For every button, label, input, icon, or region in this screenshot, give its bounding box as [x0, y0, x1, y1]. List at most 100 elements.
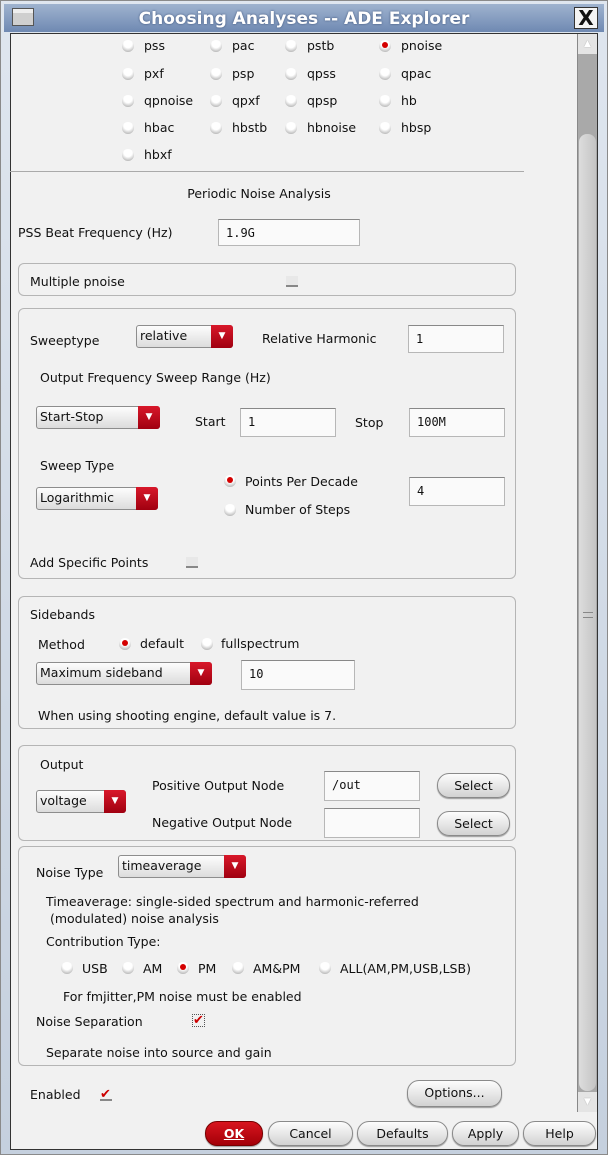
- noise-separation-label: Noise Separation: [36, 1014, 143, 1029]
- analysis-label-qpxf: qpxf: [232, 93, 260, 108]
- select-negative-button[interactable]: Select: [437, 811, 510, 836]
- analysis-label-pss: pss: [144, 38, 165, 53]
- start-label: Start: [195, 414, 226, 429]
- add-specific-points-label: Add Specific Points: [30, 555, 149, 570]
- analysis-label-pstb: pstb: [307, 38, 335, 53]
- select-positive-button[interactable]: Select: [437, 773, 510, 798]
- analysis-label-psp: psp: [232, 66, 255, 81]
- analysis-radio-hb[interactable]: [379, 95, 391, 107]
- output-type-dropdown[interactable]: voltage ▼: [36, 790, 126, 813]
- number-of-steps-radio[interactable]: [224, 504, 236, 516]
- ok-button[interactable]: OK: [205, 1121, 263, 1146]
- contribution-radio-am-pm[interactable]: [232, 962, 244, 974]
- analysis-radio-qpss[interactable]: [285, 68, 297, 80]
- scrollbar-thumb[interactable]: [579, 134, 596, 1091]
- apply-button[interactable]: Apply: [452, 1121, 519, 1146]
- noise-description-line1: Timeaverage: single-sided spectrum and h…: [46, 894, 419, 909]
- multiple-pnoise-label: Multiple pnoise: [30, 274, 125, 289]
- analysis-label-hbstb: hbstb: [232, 120, 268, 135]
- analysis-label-hbxf: hbxf: [144, 147, 172, 162]
- noise-description-line2: (modulated) noise analysis: [46, 911, 219, 926]
- grip-icon: [583, 612, 593, 618]
- analysis-radio-pac[interactable]: [210, 40, 222, 52]
- cancel-button[interactable]: Cancel: [268, 1121, 353, 1146]
- sideband-mode-dropdown[interactable]: Maximum sideband ▼: [36, 662, 212, 685]
- analysis-radio-pss[interactable]: [122, 40, 134, 52]
- chevron-down-icon: ▼: [190, 662, 212, 685]
- help-button[interactable]: Help: [523, 1121, 596, 1146]
- scroll-down-icon[interactable]: ▼: [578, 1092, 597, 1112]
- analysis-radio-qpxf[interactable]: [210, 95, 222, 107]
- add-specific-points-checkbox[interactable]: [186, 557, 198, 568]
- defaults-button[interactable]: Defaults: [357, 1121, 448, 1146]
- contribution-radio-usb[interactable]: [61, 962, 73, 974]
- enabled-label: Enabled: [30, 1087, 81, 1102]
- options-button[interactable]: Options...: [407, 1080, 502, 1107]
- sideband-count-input[interactable]: 10: [241, 660, 355, 690]
- analysis-radio-qpsp[interactable]: [285, 95, 297, 107]
- sweeptype-dropdown[interactable]: relative ▼: [136, 325, 233, 348]
- contribution-label: PM: [198, 961, 217, 976]
- stop-input[interactable]: 100M: [409, 408, 505, 437]
- relative-harmonic-label: Relative Harmonic: [262, 331, 377, 346]
- positive-node-input[interactable]: /out: [324, 771, 420, 801]
- contribution-radio-all-am-pm-usb-lsb-[interactable]: [319, 962, 331, 974]
- analysis-radio-hbnoise[interactable]: [285, 122, 297, 134]
- analysis-label-qpnoise: qpnoise: [144, 93, 194, 108]
- start-input[interactable]: 1: [240, 408, 336, 437]
- stop-label: Stop: [355, 415, 384, 430]
- contribution-radio-am[interactable]: [122, 962, 134, 974]
- analysis-radio-pstb[interactable]: [285, 40, 297, 52]
- vertical-scrollbar[interactable]: ▲ ▼: [577, 34, 597, 1112]
- sweeptype-value: relative: [140, 328, 188, 343]
- chevron-down-icon: ▼: [136, 487, 158, 510]
- points-per-decade-label: Points Per Decade: [245, 474, 358, 489]
- window-title: Choosing Analyses -- ADE Explorer: [138, 9, 470, 29]
- analysis-radio-qpac[interactable]: [379, 68, 391, 80]
- contribution-label: USB: [82, 961, 108, 976]
- pss-beat-input[interactable]: 1.9G: [218, 219, 360, 246]
- title-bar: Choosing Analyses -- ADE Explorer X: [4, 4, 604, 32]
- sweeptype-label: Sweeptype: [30, 333, 100, 348]
- analysis-radio-qpnoise[interactable]: [122, 95, 134, 107]
- fmjitter-note: For fmjitter,PM noise must be enabled: [63, 989, 302, 1004]
- multiple-pnoise-checkbox[interactable]: [286, 276, 298, 287]
- analysis-radio-pxf[interactable]: [122, 68, 134, 80]
- number-of-steps-label: Number of Steps: [245, 502, 351, 517]
- contribution-label: AM: [143, 961, 163, 976]
- analysis-radio-hbsp[interactable]: [379, 122, 391, 134]
- points-per-decade-radio[interactable]: [224, 475, 236, 487]
- analysis-label-pnoise: pnoise: [401, 38, 443, 53]
- method-fullspectrum-radio[interactable]: [201, 638, 213, 650]
- points-input[interactable]: 4: [409, 477, 505, 506]
- noise-separation-note: Separate noise into source and gain: [46, 1045, 272, 1060]
- output-type-value: voltage: [40, 793, 87, 808]
- analysis-label-hbac: hbac: [144, 120, 175, 135]
- sweep-type-dropdown[interactable]: Logarithmic ▼: [36, 487, 158, 510]
- analysis-radio-hbxf[interactable]: [122, 149, 134, 161]
- sidebands-title: Sidebands: [30, 607, 95, 622]
- enabled-checkbox[interactable]: ✔: [100, 1088, 112, 1101]
- negative-node-input[interactable]: [324, 808, 420, 838]
- analysis-label-qpsp: qpsp: [307, 93, 338, 108]
- negative-node-label: Negative Output Node: [152, 815, 293, 830]
- noise-type-label: Noise Type: [36, 865, 104, 880]
- sideband-mode-value: Maximum sideband: [40, 665, 163, 680]
- chevron-down-icon: ▼: [224, 855, 246, 878]
- sweep-range-dropdown[interactable]: Start-Stop ▼: [36, 406, 160, 429]
- noise-type-dropdown[interactable]: timeaverage ▼: [118, 855, 246, 878]
- pss-beat-label: PSS Beat Frequency (Hz): [18, 225, 173, 240]
- noise-separation-checkbox[interactable]: ✔: [192, 1014, 205, 1027]
- analysis-radio-hbac[interactable]: [122, 122, 134, 134]
- contribution-label: ALL(AM,PM,USB,LSB): [340, 961, 471, 976]
- contribution-radio-pm[interactable]: [177, 962, 189, 974]
- relative-harmonic-input[interactable]: 1: [408, 325, 504, 353]
- analysis-radio-pnoise[interactable]: [379, 40, 391, 52]
- scroll-up-icon[interactable]: ▲: [578, 34, 597, 54]
- close-button[interactable]: X: [574, 7, 598, 29]
- output-title: Output: [40, 757, 84, 772]
- analysis-radio-hbstb[interactable]: [210, 122, 222, 134]
- analysis-radio-psp[interactable]: [210, 68, 222, 80]
- analysis-label-hbnoise: hbnoise: [307, 120, 357, 135]
- method-default-radio[interactable]: [119, 638, 131, 650]
